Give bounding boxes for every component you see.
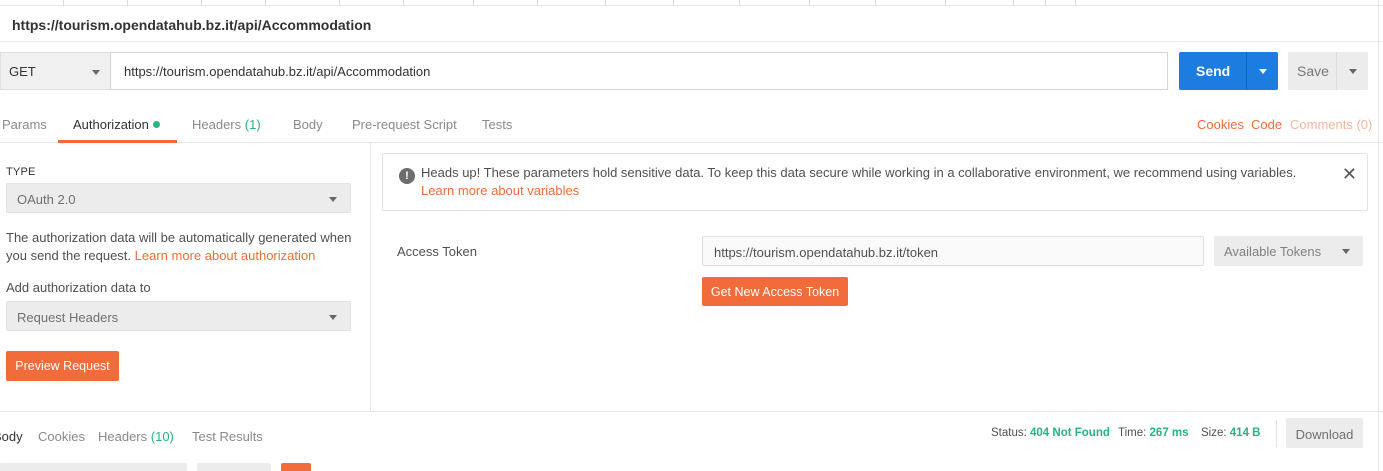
tab-authorization[interactable]: Authorization — [73, 117, 160, 132]
divider — [1276, 420, 1277, 447]
response-tab-test-results[interactable]: Test Results — [192, 429, 263, 444]
add-auth-to-value: Request Headers — [17, 310, 119, 325]
available-tokens-select[interactable]: Available Tokens — [1214, 236, 1363, 266]
wrap-toggle-button[interactable] — [281, 463, 311, 471]
get-new-access-token-button[interactable]: Get New Access Token — [702, 277, 848, 306]
status-label: Status: — [991, 427, 1027, 439]
send-options-chevron-down-icon[interactable] — [1259, 69, 1267, 74]
preview-request-label: Preview Request — [15, 359, 110, 373]
download-label: Download — [1295, 427, 1354, 442]
chevron-down-icon — [92, 70, 100, 75]
available-tokens-label: Available Tokens — [1224, 244, 1322, 259]
cookies-link[interactable]: Cookies — [1197, 117, 1244, 132]
warning-icon: ! — [399, 168, 415, 184]
auth-type-label: TYPE — [6, 166, 36, 178]
chevron-down-icon — [329, 315, 337, 320]
access-token-value: https://tourism.opendatahub.bz.it/token — [714, 245, 939, 260]
response-tab-body[interactable]: Body — [0, 429, 23, 444]
tab-body[interactable]: Body — [293, 117, 323, 132]
size-value: 414 B — [1229, 427, 1261, 439]
response-bar: Body Cookies Headers (10) Test Results S… — [0, 411, 1383, 456]
tab-params[interactable]: Params — [2, 117, 47, 132]
save-options-chevron-down-icon[interactable] — [1349, 69, 1357, 74]
response-format-select[interactable] — [0, 463, 187, 471]
time-value: 267 ms — [1149, 427, 1189, 439]
status-dot-icon — [152, 121, 160, 128]
method-select[interactable]: GET — [0, 52, 110, 90]
sensitive-data-alert: ! Heads up! These parameters hold sensit… — [382, 153, 1368, 211]
response-view-select[interactable] — [197, 463, 271, 471]
learn-more-authorization-link[interactable]: Learn more about authorization — [135, 248, 316, 263]
tab-headers-count: (1) — [244, 117, 261, 132]
tab-headers[interactable]: Headers (1) — [192, 117, 261, 132]
auth-type-value: OAuth 2.0 — [17, 192, 76, 207]
response-tab-headers-count: (10) — [150, 429, 174, 444]
add-auth-to-select[interactable]: Request Headers — [6, 301, 351, 331]
close-icon[interactable]: ✕ — [1342, 164, 1357, 184]
tab-authorization-label: Authorization — [73, 117, 149, 132]
time-readout: Time: 267 ms — [1118, 427, 1189, 439]
url-input[interactable]: https://tourism.opendatahub.bz.it/api/Ac… — [110, 52, 1168, 90]
add-auth-to-label: Add authorization data to — [6, 280, 151, 295]
save-divider — [1336, 52, 1337, 90]
size-label: Size: — [1201, 427, 1227, 439]
send-label: Send — [1196, 63, 1231, 79]
response-tab-headers-label: Headers — [98, 429, 148, 444]
tab-prerequest-script[interactable]: Pre-request Script — [352, 117, 457, 132]
alert-text: Heads up! These parameters hold sensitiv… — [421, 165, 1297, 180]
tab-headers-label: Headers — [192, 117, 242, 132]
alert-message: Heads up! These parameters hold sensitiv… — [421, 164, 1321, 200]
url-value: https://tourism.opendatahub.bz.it/api/Ac… — [124, 64, 431, 79]
request-title-bar: https://tourism.opendatahub.bz.it/api/Ac… — [0, 6, 1383, 42]
time-label: Time: — [1118, 427, 1147, 439]
auth-type-select[interactable]: OAuth 2.0 — [6, 183, 351, 213]
chevron-down-icon — [329, 197, 337, 202]
get-new-access-token-label: Get New Access Token — [710, 285, 840, 299]
response-tab-headers[interactable]: Headers (10) — [98, 429, 174, 444]
method-value: GET — [9, 64, 36, 79]
request-tabs: Params Authorization Headers (1) Body Pr… — [0, 102, 1383, 143]
save-button[interactable]: Save — [1288, 52, 1368, 90]
download-button[interactable]: Download — [1286, 418, 1363, 448]
send-button[interactable]: Send — [1179, 52, 1278, 90]
tab-tests[interactable]: Tests — [482, 117, 512, 132]
request-title: https://tourism.opendatahub.bz.it/api/Ac… — [12, 17, 372, 33]
auth-description: The authorization data will be automatic… — [6, 229, 356, 265]
response-tab-cookies[interactable]: Cookies — [38, 429, 85, 444]
send-divider — [1246, 52, 1247, 90]
size-readout: Size: 414 B — [1201, 427, 1260, 439]
learn-more-variables-link[interactable]: Learn more about variables — [421, 183, 579, 198]
access-token-label: Access Token — [397, 244, 477, 259]
status-value: 404 Not Found — [1030, 427, 1110, 439]
chevron-down-icon — [1342, 249, 1350, 254]
comments-link[interactable]: Comments (0) — [1290, 117, 1372, 132]
access-token-input[interactable]: https://tourism.opendatahub.bz.it/token — [702, 236, 1204, 266]
code-link[interactable]: Code — [1251, 117, 1282, 132]
preview-request-button[interactable]: Preview Request — [6, 351, 119, 381]
save-label: Save — [1297, 63, 1329, 79]
auth-settings-panel: TYPE OAuth 2.0 The authorization data wi… — [0, 143, 371, 411]
status-readout: Status: 404 Not Found — [991, 427, 1110, 439]
panel-border — [1378, 0, 1379, 471]
